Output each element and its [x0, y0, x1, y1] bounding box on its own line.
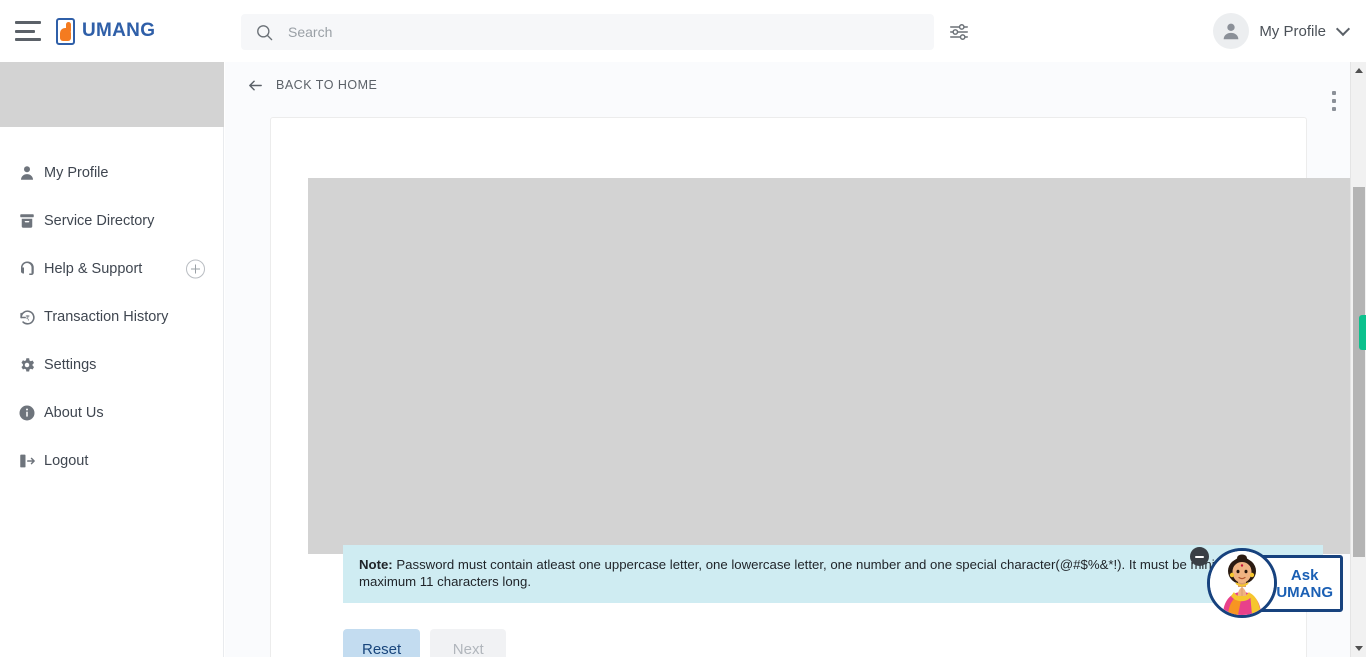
back-to-home-label[interactable]: BACK TO HOME: [276, 78, 377, 92]
more-vertical-icon[interactable]: [1324, 88, 1344, 114]
back-to-home-row: BACK TO HOME: [225, 62, 1366, 108]
sidebar-nav: My Profile Service Directory Help & Supp…: [0, 149, 223, 485]
sidebar-profile-placeholder: [0, 62, 224, 127]
arrow-left-icon[interactable]: [246, 77, 265, 94]
hamburger-line: [15, 21, 41, 24]
triangle-down-icon: [1355, 646, 1363, 651]
sidebar-item-service-directory[interactable]: Service Directory: [0, 197, 223, 245]
sidebar-item-my-profile[interactable]: My Profile: [0, 149, 223, 197]
next-button[interactable]: Next: [430, 629, 507, 657]
form-card: Note: Password must contain atleast one …: [270, 117, 1356, 657]
minus-circle-icon[interactable]: [1190, 547, 1209, 566]
main-content: BACK TO HOME Note: Password must contain…: [225, 62, 1366, 657]
sidebar-item-label: Logout: [44, 453, 89, 469]
brand-name: UMANG: [82, 20, 156, 41]
sidebar-item-label: Settings: [44, 357, 97, 373]
person-icon: [12, 164, 42, 182]
profile-menu[interactable]: My Profile: [1213, 13, 1351, 49]
password-rules-note: Note: Password must contain atleast one …: [343, 545, 1323, 603]
form-loading-placeholder: [308, 178, 1356, 554]
sidebar-item-transaction-history[interactable]: ₹ Transaction History: [0, 293, 223, 341]
sidebar-item-settings[interactable]: Settings: [0, 341, 223, 389]
hamburger-line: [15, 29, 35, 33]
sidebar-item-help-support[interactable]: Help & Support: [0, 245, 223, 293]
sidebar-item-label: Help & Support: [44, 261, 143, 277]
scroll-up-button[interactable]: [1351, 62, 1366, 79]
filter-sliders-icon[interactable]: [948, 21, 970, 48]
search-input[interactable]: [288, 24, 888, 40]
sidebar: My Profile Service Directory Help & Supp…: [0, 62, 224, 657]
sidebar-item-about-us[interactable]: About Us: [0, 389, 223, 437]
profile-label: My Profile: [1259, 22, 1326, 40]
page-scrollbar[interactable]: [1350, 62, 1366, 657]
sidebar-item-label: About Us: [44, 405, 104, 421]
sidebar-item-label: Transaction History: [44, 309, 169, 325]
search-bar[interactable]: [241, 14, 934, 50]
kebab-dot: [1332, 91, 1336, 95]
scroll-down-button[interactable]: [1351, 640, 1366, 657]
gear-icon: [12, 356, 42, 374]
sidebar-item-logout[interactable]: Logout: [0, 437, 223, 485]
note-text: Password must contain atleast one upperc…: [359, 557, 1281, 589]
umang-logo[interactable]: UMANG: [56, 17, 156, 45]
sidebar-item-label: Service Directory: [44, 213, 155, 229]
ask-umang-text: Ask UMANG: [1276, 567, 1333, 601]
hamburger-icon[interactable]: [15, 21, 41, 41]
ask-umang-widget: Ask UMANG: [1190, 547, 1343, 619]
reset-button[interactable]: Reset: [343, 629, 421, 657]
note-prefix: Note:: [359, 557, 393, 572]
search-icon: [255, 23, 274, 42]
chevron-down-icon[interactable]: [1335, 21, 1351, 36]
triangle-up-icon: [1355, 68, 1363, 73]
archive-box-icon: [12, 212, 42, 230]
info-icon: [12, 404, 42, 422]
logout-icon: [12, 452, 42, 470]
avatar: [1213, 13, 1250, 49]
ask-umang-line2: UMANG: [1276, 583, 1333, 601]
umang-assistant-avatar-icon[interactable]: [1207, 548, 1277, 618]
scrollbar-thumb[interactable]: [1353, 187, 1365, 557]
hamburger-line: [15, 38, 41, 41]
kebab-dot: [1332, 107, 1336, 111]
transaction-history-icon: ₹: [12, 308, 42, 327]
plus-circle-icon[interactable]: [186, 259, 205, 279]
umang-phone-touch-icon: [56, 17, 75, 45]
top-bar: UMANG My Profile: [0, 0, 1366, 62]
ask-umang-line1: Ask: [1290, 566, 1319, 584]
form-actions: Reset Next: [343, 629, 507, 657]
sidebar-item-label: My Profile: [44, 165, 109, 181]
headset-icon: [12, 260, 42, 278]
svg-text:₹: ₹: [25, 314, 30, 322]
feedback-tab[interactable]: [1359, 315, 1366, 350]
kebab-dot: [1332, 99, 1336, 103]
